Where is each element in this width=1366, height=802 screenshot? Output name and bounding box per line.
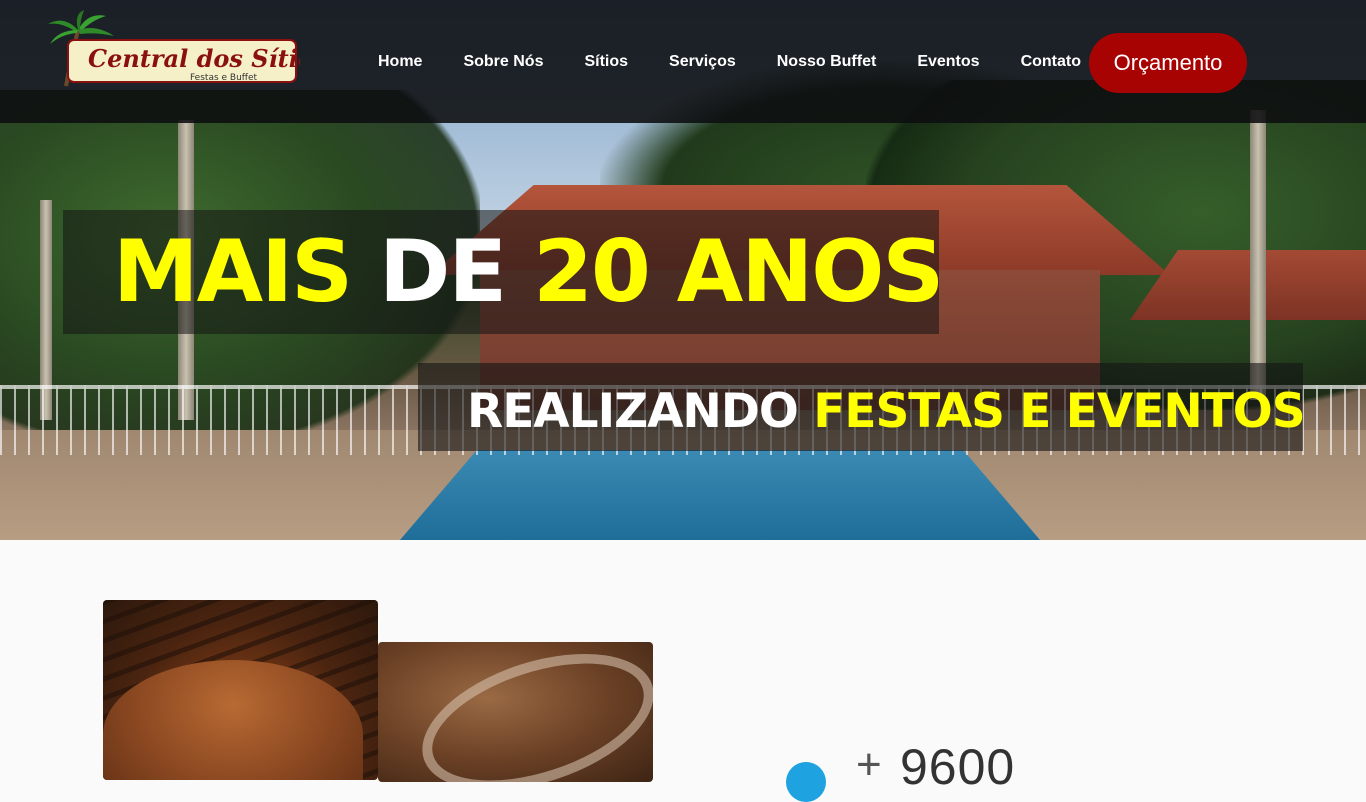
hero-subline: REALIZANDO FESTAS E EVENTOS xyxy=(467,384,1306,440)
stat-value: 9600 xyxy=(900,739,1016,795)
subline-part2: FESTAS E EVENTOS xyxy=(813,384,1305,439)
orcamento-button[interactable]: Orçamento xyxy=(1089,33,1247,93)
main-nav: Home Sobre Nós Sítios Serviços Nosso Buf… xyxy=(360,0,1122,123)
hero-headline: MAIS DE 20 ANOS xyxy=(113,222,944,322)
subline-part1: REALIZANDO xyxy=(467,384,799,439)
brand-tagline: Festas e Buffet xyxy=(190,73,258,83)
nav-contato[interactable]: Contato xyxy=(1021,53,1081,71)
brand-name: Central dos Sítios xyxy=(88,44,300,73)
brand-logo[interactable]: Central dos Sítios Festas e Buffet xyxy=(44,10,328,88)
headline-part2: DE xyxy=(379,222,507,322)
hero-palm-trunk xyxy=(1250,110,1266,400)
nav-home[interactable]: Home xyxy=(378,53,422,71)
nav-sitios[interactable]: Sítios xyxy=(584,53,628,71)
buffet-photo-meat xyxy=(378,642,653,782)
top-navbar: Central dos Sítios Festas e Buffet Home … xyxy=(0,0,1366,123)
meat-swirl xyxy=(405,642,653,782)
nav-nosso-buffet[interactable]: Nosso Buffet xyxy=(777,53,877,71)
palm-logo-icon: Central dos Sítios Festas e Buffet xyxy=(48,10,328,87)
stat-icon xyxy=(786,762,826,802)
headline-part1: MAIS xyxy=(113,222,353,322)
nav-eventos[interactable]: Eventos xyxy=(917,53,979,71)
buffet-photo-picanha xyxy=(103,600,378,780)
hero-pool xyxy=(400,450,1040,540)
nav-servicos[interactable]: Serviços xyxy=(669,53,736,71)
nav-sobre-nos[interactable]: Sobre Nós xyxy=(463,53,543,71)
stat-prefix: + xyxy=(856,740,882,789)
headline-part3: 20 ANOS xyxy=(533,222,944,322)
